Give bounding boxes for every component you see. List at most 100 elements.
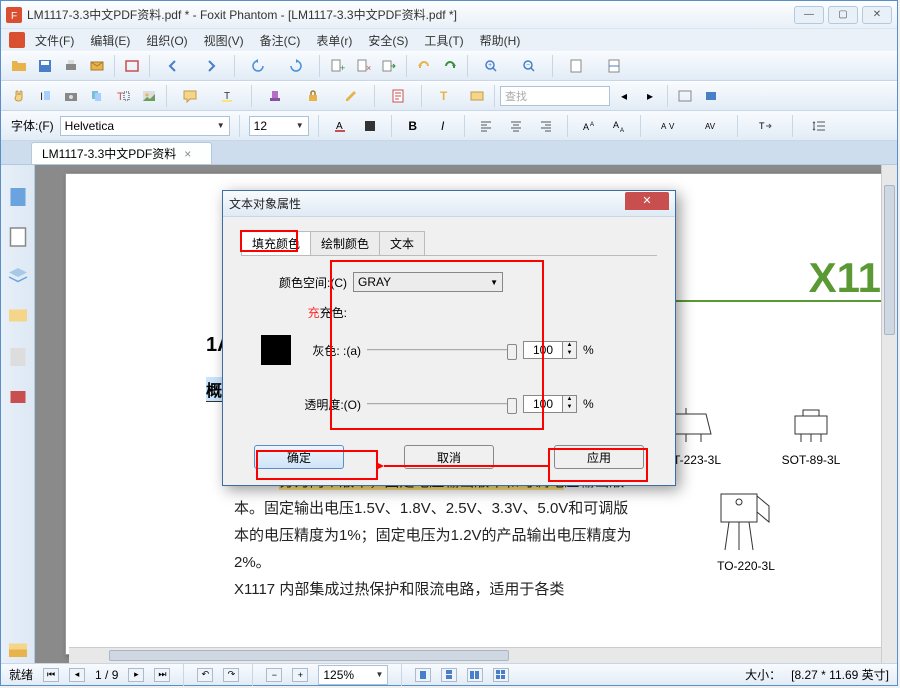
print-icon[interactable]: [59, 54, 83, 78]
facing-icon[interactable]: [467, 668, 483, 682]
redo-icon[interactable]: [438, 54, 462, 78]
save-icon[interactable]: [33, 54, 57, 78]
mail-icon[interactable]: [85, 54, 109, 78]
layers-icon[interactable]: [6, 265, 30, 289]
app-menu-icon[interactable]: [9, 32, 25, 48]
continuous-facing-icon[interactable]: [493, 668, 509, 682]
align-center-icon[interactable]: [504, 114, 528, 138]
extract-icon[interactable]: [377, 54, 401, 78]
document-tab[interactable]: LM1117-3.3中文PDF资料 ×: [31, 142, 212, 164]
minimize-button[interactable]: —: [794, 6, 824, 24]
bookmarks-icon[interactable]: [6, 185, 30, 209]
next-page-icon[interactable]: ▸: [128, 668, 144, 682]
ok-button[interactable]: 确定: [254, 445, 344, 469]
delete-page-icon[interactable]: ×: [351, 54, 375, 78]
menu-view[interactable]: 视图(V): [198, 30, 250, 51]
notes-panel-icon[interactable]: [6, 639, 30, 663]
attachments-icon[interactable]: [6, 345, 30, 369]
select-text-icon[interactable]: I: [33, 84, 57, 108]
zoom-select[interactable]: 125%▼: [318, 665, 388, 685]
search-prev-icon[interactable]: ◂: [612, 84, 636, 108]
insert-page-icon[interactable]: +: [325, 54, 349, 78]
superscript-icon[interactable]: AA: [577, 114, 601, 138]
form-icon[interactable]: [380, 84, 416, 108]
last-page-icon[interactable]: ⏭: [154, 668, 170, 682]
gray-slider[interactable]: [367, 342, 517, 358]
dialog-titlebar[interactable]: 文本对象属性 ✕: [223, 191, 675, 217]
font-size-select[interactable]: 12▼: [249, 116, 309, 136]
fill-color-icon[interactable]: [358, 114, 382, 138]
rotate-left-icon[interactable]: [240, 54, 276, 78]
align-right-icon[interactable]: [534, 114, 558, 138]
gray-spinner[interactable]: ▲▼: [563, 341, 577, 359]
vertical-scrollbar[interactable]: [881, 165, 897, 663]
rotate-right-icon[interactable]: [278, 54, 314, 78]
opacity-spinner[interactable]: ▲▼: [563, 395, 577, 413]
select-annot-icon[interactable]: T: [111, 84, 135, 108]
note-icon[interactable]: [172, 84, 208, 108]
scan-icon[interactable]: [120, 54, 144, 78]
cancel-button[interactable]: 取消: [404, 445, 494, 469]
typewriter-icon[interactable]: T: [427, 84, 463, 108]
char-spacing-icon[interactable]: AV: [650, 114, 686, 138]
fit-page-icon[interactable]: [558, 54, 594, 78]
font-color-icon[interactable]: A: [328, 114, 352, 138]
dialog-close-button[interactable]: ✕: [625, 192, 669, 210]
apply-button[interactable]: 应用: [554, 445, 644, 469]
tab-close-icon[interactable]: ×: [184, 147, 191, 161]
zoom-out-icon[interactable]: −: [511, 54, 547, 78]
colorspace-select[interactable]: GRAY▼: [353, 272, 503, 292]
search-next-icon[interactable]: ▸: [638, 84, 662, 108]
fullscreen-icon[interactable]: [699, 84, 723, 108]
opacity-value-input[interactable]: [523, 395, 563, 413]
page-indicator[interactable]: 1 / 9: [95, 668, 118, 682]
image-icon[interactable]: [137, 84, 161, 108]
tab-stroke-color[interactable]: 绘制颜色: [310, 231, 380, 255]
stamp-icon[interactable]: [257, 84, 293, 108]
edit-icon[interactable]: [333, 84, 369, 108]
nav-fwd-icon[interactable]: [193, 54, 229, 78]
bold-icon[interactable]: B: [401, 114, 425, 138]
horizontal-scrollbar[interactable]: [69, 647, 881, 663]
opacity-slider[interactable]: [367, 396, 517, 412]
menu-secure[interactable]: 安全(S): [362, 30, 414, 51]
comments-icon[interactable]: [6, 305, 30, 329]
open-icon[interactable]: [7, 54, 31, 78]
textbox-icon[interactable]: [465, 84, 489, 108]
close-button[interactable]: ✕: [862, 6, 892, 24]
pages-icon[interactable]: [6, 225, 30, 249]
menu-help[interactable]: 帮助(H): [474, 30, 527, 51]
prev-page-icon[interactable]: ◂: [69, 668, 85, 682]
history-back-icon[interactable]: ↶: [197, 668, 213, 682]
menu-organize[interactable]: 组织(O): [140, 30, 193, 51]
zoom-out-status-icon[interactable]: −: [266, 668, 282, 682]
hand-icon[interactable]: [7, 84, 31, 108]
scale-h-icon[interactable]: T: [747, 114, 783, 138]
tab-fill-color[interactable]: 填充颜色: [241, 231, 311, 255]
signatures-icon[interactable]: [6, 385, 30, 409]
exit-fullscreen-icon[interactable]: [673, 84, 697, 108]
menu-forms[interactable]: 表单(r): [310, 30, 358, 51]
menu-tools[interactable]: 工具(T): [418, 30, 469, 51]
menu-edit[interactable]: 编辑(E): [84, 30, 136, 51]
snapshot-icon[interactable]: [59, 84, 83, 108]
zoom-in-status-icon[interactable]: +: [292, 668, 308, 682]
find-icon[interactable]: [85, 84, 109, 108]
subscript-icon[interactable]: AA: [607, 114, 631, 138]
undo-icon[interactable]: [412, 54, 436, 78]
continuous-icon[interactable]: [441, 668, 457, 682]
menu-comment[interactable]: 备注(C): [254, 30, 307, 51]
first-page-icon[interactable]: ⏮: [43, 668, 59, 682]
history-fwd-icon[interactable]: ↷: [223, 668, 239, 682]
fit-width-icon[interactable]: [596, 54, 632, 78]
color-swatch[interactable]: [261, 335, 291, 365]
maximize-button[interactable]: ▢: [828, 6, 858, 24]
italic-icon[interactable]: I: [431, 114, 455, 138]
align-left-icon[interactable]: [474, 114, 498, 138]
zoom-in-icon[interactable]: +: [473, 54, 509, 78]
tab-text[interactable]: 文本: [379, 231, 425, 255]
menu-file[interactable]: 文件(F): [29, 30, 80, 51]
gray-value-input[interactable]: [523, 341, 563, 359]
font-select[interactable]: Helvetica▼: [60, 116, 230, 136]
highlight-icon[interactable]: T: [210, 84, 246, 108]
